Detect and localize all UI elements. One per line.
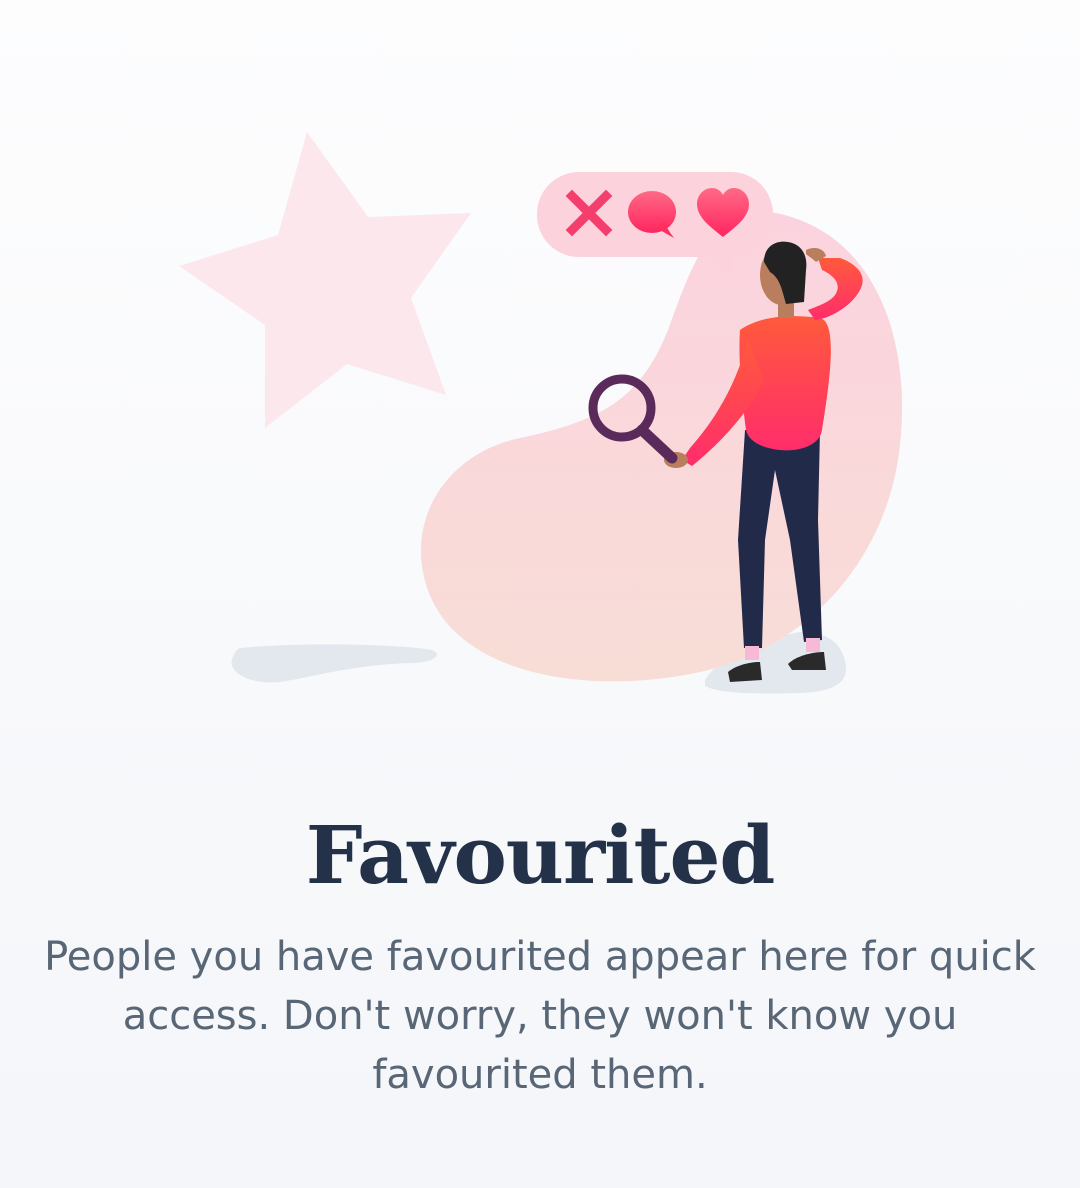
- favourites-empty-screen: Favourited People you have favourited ap…: [0, 0, 1080, 1188]
- empty-state-illustration: [179, 132, 903, 694]
- empty-state-description: People you have favourited appear here f…: [44, 934, 1036, 1098]
- ground-shadow-left: [231, 644, 437, 683]
- empty-state-title: Favourited: [305, 808, 776, 902]
- star-icon: [179, 132, 471, 428]
